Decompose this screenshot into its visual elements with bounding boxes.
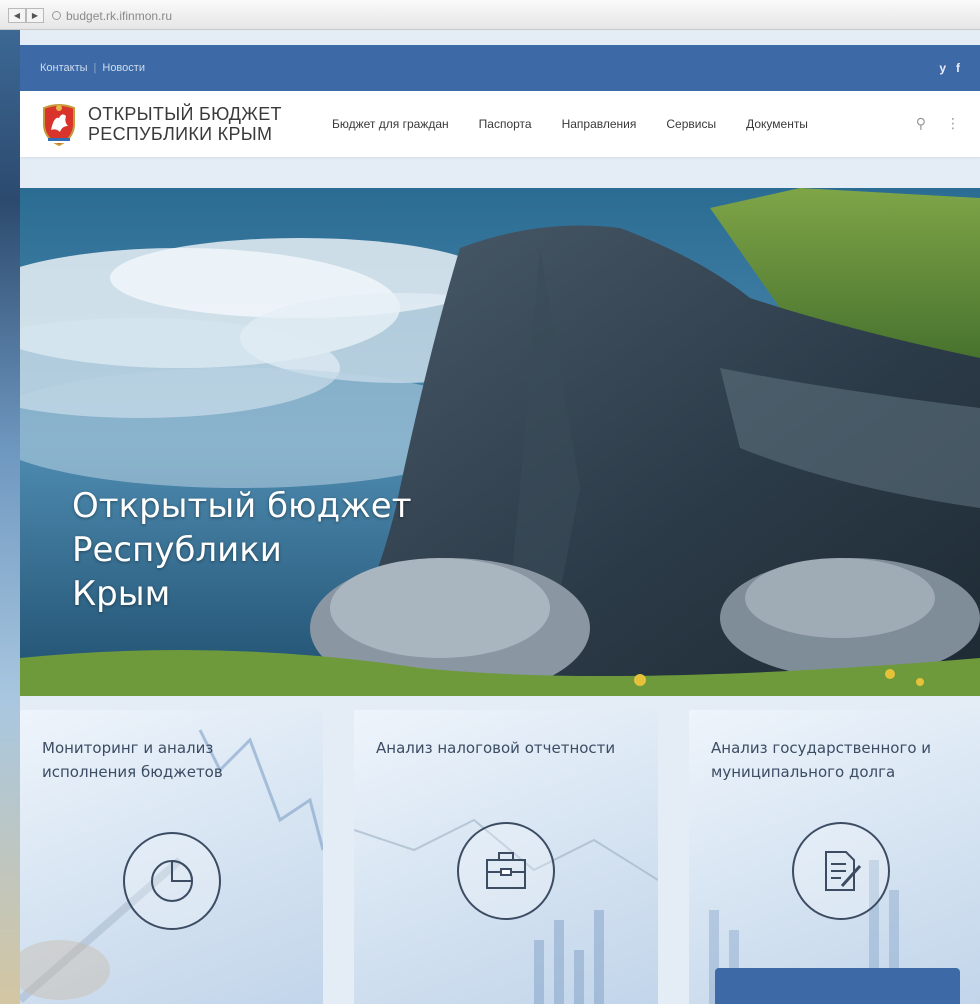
site-info-icon[interactable] [52,11,61,20]
contacts-link[interactable]: Контакты [40,62,88,74]
card-title: Мониторинг и анализ исполнения бюджетов [42,739,223,781]
hero-title-line-2: Республики [72,530,282,570]
topbar-separator: | [93,62,97,74]
url-text: budget.rk.ifinmon.ru [66,8,173,23]
news-link[interactable]: Новости [102,62,145,74]
menu-item-passports[interactable]: Паспорта [479,117,532,131]
card-title: Анализ налоговой отчетности [376,739,616,757]
service-cards: Мониторинг и анализ исполнения бюджетов … [20,710,980,1004]
more-menu-icon[interactable]: ⋮ [946,116,960,132]
background-window-edge [0,0,20,1004]
hero-title: Открытый бюджет Республики Крым [72,484,492,616]
hero-title-line-3: Крым [72,574,171,614]
url-field[interactable]: budget.rk.ifinmon.ru [52,7,492,24]
hero-banner: Открытый бюджет Республики Крым [20,188,980,696]
search-icon[interactable]: ⚲ [916,116,926,132]
back-arrow-icon[interactable]: ◀ [8,8,26,23]
twitter-icon[interactable]: y [939,61,946,75]
card-budget-monitoring[interactable]: Мониторинг и анализ исполнения бюджетов [20,710,323,1004]
menu-item-documents[interactable]: Документы [746,117,808,131]
social-links: y f [939,61,960,75]
menu-item-directions[interactable]: Направления [562,117,637,131]
logo-line-1: ОТКРЫТЫЙ БЮДЖЕТ [88,104,282,124]
pie-chart-icon [123,832,221,930]
bottom-blue-panel[interactable] [715,968,960,1004]
site-logo[interactable]: ОТКРЫТЫЙ БЮДЖЕТ РЕСПУБЛИКИ КРЫМ [40,102,332,146]
document-pen-icon [792,822,890,920]
web-page: Контакты | Новости y f ОТКРЫТЫЙ БЮДЖЕТ Р… [20,30,980,1004]
card-tax-reporting[interactable]: Анализ налоговой отчетности [354,710,658,1004]
top-bar: Контакты | Новости y f [20,45,980,91]
main-menu: Бюджет для граждан Паспорта Направления … [332,117,808,131]
crimea-emblem-icon [43,104,75,146]
facebook-icon[interactable]: f [956,61,960,75]
card-public-debt[interactable]: Анализ государственного и муниципального… [689,710,980,1004]
hero-landscape-image [20,188,980,696]
card-title: Анализ государственного и муниципального… [711,739,932,781]
site-header: ОТКРЫТЫЙ БЮДЖЕТ РЕСПУБЛИКИ КРЫМ Бюджет д… [20,91,980,157]
header-tools: ⚲ ⋮ [916,116,960,132]
browser-address-bar: ◀ ▶ budget.rk.ifinmon.ru [0,0,980,30]
hero-title-line-1: Открытый бюджет [72,486,412,526]
menu-item-citizens-budget[interactable]: Бюджет для граждан [332,117,449,131]
logo-text: ОТКРЫТЫЙ БЮДЖЕТ РЕСПУБЛИКИ КРЫМ [88,104,282,144]
browser-nav-arrows: ◀ ▶ [8,8,44,23]
logo-line-2: РЕСПУБЛИКИ КРЫМ [88,124,273,144]
briefcase-icon [457,822,555,920]
forward-arrow-icon[interactable]: ▶ [26,8,44,23]
menu-item-services[interactable]: Сервисы [666,117,716,131]
